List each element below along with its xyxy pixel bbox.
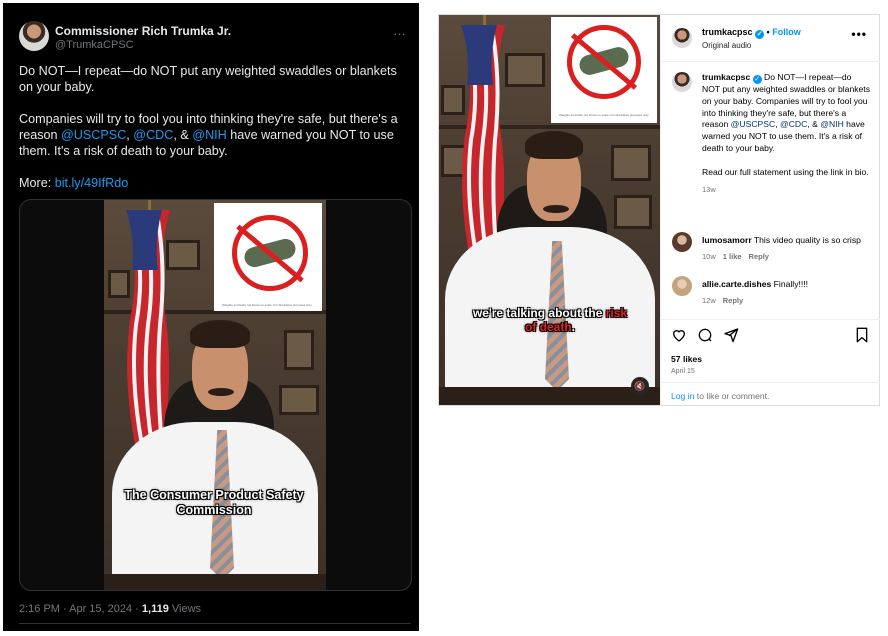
comment-time[interactable]: 10w [702, 252, 716, 261]
mute-icon[interactable]: 🔇 [631, 377, 649, 395]
login-prompt: Log in to like or comment. [671, 391, 769, 401]
post-panel: trumkacpsc ✓ • Follow Original audio •••… [660, 15, 880, 405]
bookmark-icon[interactable] [855, 327, 869, 343]
display-name[interactable]: Commissioner Rich Trumka Jr. [55, 24, 231, 38]
instagram-post: Weights and baby not shown to scale. For… [438, 14, 880, 406]
views-count: 1,119 [141, 603, 169, 615]
verified-icon: ✓ [752, 75, 762, 84]
office-background: Weights and baby not shown to scale. For… [439, 15, 660, 405]
comment: lumosamorr This video quality is so cris… [702, 235, 874, 262]
video-caption: The Consumer Product Safety Commission [124, 488, 304, 517]
more-label: More: [19, 176, 55, 190]
no-weighted-swaddle-sign: Weights and baby not shown to scale. For… [551, 17, 657, 123]
comment-username[interactable]: allie.carte.dishes [702, 279, 771, 289]
more-options-icon[interactable]: … [393, 23, 407, 38]
avatar[interactable] [19, 21, 49, 51]
tweet-paragraph-2: Companies will try to fool you into thin… [19, 111, 411, 159]
sign-caption: Weights and baby not shown to scale. For… [222, 303, 313, 307]
caption-text: , & [807, 119, 821, 130]
separator: • [764, 27, 773, 37]
caption-segment: we're talking about the [472, 306, 606, 320]
verified-icon: ✓ [755, 30, 765, 39]
divider [661, 382, 880, 383]
comment-username[interactable]: lumosamorr [702, 235, 752, 245]
comment-time[interactable]: 12w [702, 296, 716, 305]
login-link[interactable]: Log in [671, 391, 694, 401]
username[interactable]: trumkacpsc [702, 27, 753, 37]
caption-highlight: of death [524, 320, 572, 334]
divider [661, 319, 880, 320]
office-background: Weights and baby not shown to scale. For… [104, 200, 326, 590]
twitter-post: Commissioner Rich Trumka Jr. @TrumkaCPSC… [3, 3, 419, 631]
post-caption: trumkacpsc ✓ Do NOT—I repeat—do NOT put … [702, 72, 870, 195]
mention-cdc[interactable]: @CDC [780, 119, 807, 129]
comment-icon[interactable] [697, 327, 713, 343]
timestamp[interactable]: 2:16 PM · Apr 15, 2024 · [19, 603, 142, 615]
avatar[interactable] [672, 72, 692, 92]
sign-caption: Weights and baby not shown to scale. For… [559, 113, 650, 117]
comment-avatar[interactable] [672, 232, 692, 252]
login-text: to like or comment. [694, 391, 770, 401]
no-weighted-swaddle-sign: Weights and baby not shown to scale. For… [214, 203, 322, 311]
caption-username[interactable]: trumkacpsc [702, 72, 750, 82]
reply-button[interactable]: Reply [749, 252, 769, 261]
comment-avatar[interactable] [672, 276, 692, 296]
tweet-text: Do NOT—I repeat—do NOT put any weighted … [19, 63, 411, 207]
avatar[interactable] [672, 28, 692, 48]
reply-button[interactable]: Reply [723, 296, 743, 305]
comment: allie.carte.dishes Finally!!!! 12w Reply [702, 279, 874, 306]
mention-uscpsc[interactable]: @USCPSC [61, 128, 126, 142]
comment-text: This video quality is so crisp [751, 235, 861, 245]
caption-highlight: risk [605, 306, 628, 320]
post-date[interactable]: April 15 [671, 368, 695, 375]
more-options-icon[interactable]: ••• [851, 27, 867, 41]
follow-button[interactable]: Follow [772, 27, 801, 37]
audio-label[interactable]: Original audio [702, 41, 751, 50]
caption-segment: . [571, 320, 575, 334]
share-icon[interactable] [723, 327, 739, 343]
mention-uscpsc[interactable]: @USCPSC [731, 119, 776, 129]
user-handle[interactable]: @TrumkaCPSC [55, 39, 134, 51]
video-frame: Weights and baby not shown to scale. For… [104, 200, 326, 590]
views-label: Views [168, 603, 202, 615]
caption-text-2: Read our full statement using the link i… [702, 166, 869, 177]
comment-likes[interactable]: 1 like [723, 252, 742, 261]
likes-count[interactable]: 57 likes [671, 354, 702, 364]
tweet-paragraph-3: More: bit.ly/49IfRdo [19, 175, 411, 191]
tweet-meta: 2:16 PM · Apr 15, 2024 · 1,119 Views [19, 603, 201, 615]
tweet-video[interactable]: Weights and baby not shown to scale. For… [19, 199, 412, 591]
tweet-paragraph-1: Do NOT—I repeat—do NOT put any weighted … [19, 64, 397, 94]
heart-icon[interactable] [671, 327, 687, 343]
reel-video[interactable]: Weights and baby not shown to scale. For… [439, 15, 660, 405]
post-header: trumkacpsc ✓ • Follow [702, 27, 801, 39]
divider [19, 623, 411, 624]
post-time[interactable]: 13w [702, 184, 870, 196]
action-bar [671, 327, 871, 345]
divider [661, 61, 880, 62]
mention-nih[interactable]: @NIH [820, 119, 844, 129]
mention-nih[interactable]: @NIH [192, 128, 226, 142]
more-link[interactable]: bit.ly/49IfRdo [55, 176, 129, 190]
video-caption: we're talking about the risk of death. [447, 306, 653, 334]
comment-text: Finally!!!! [771, 279, 809, 289]
mention-cdc[interactable]: @CDC [133, 128, 173, 142]
tweet-text-segment: , & [173, 128, 193, 142]
